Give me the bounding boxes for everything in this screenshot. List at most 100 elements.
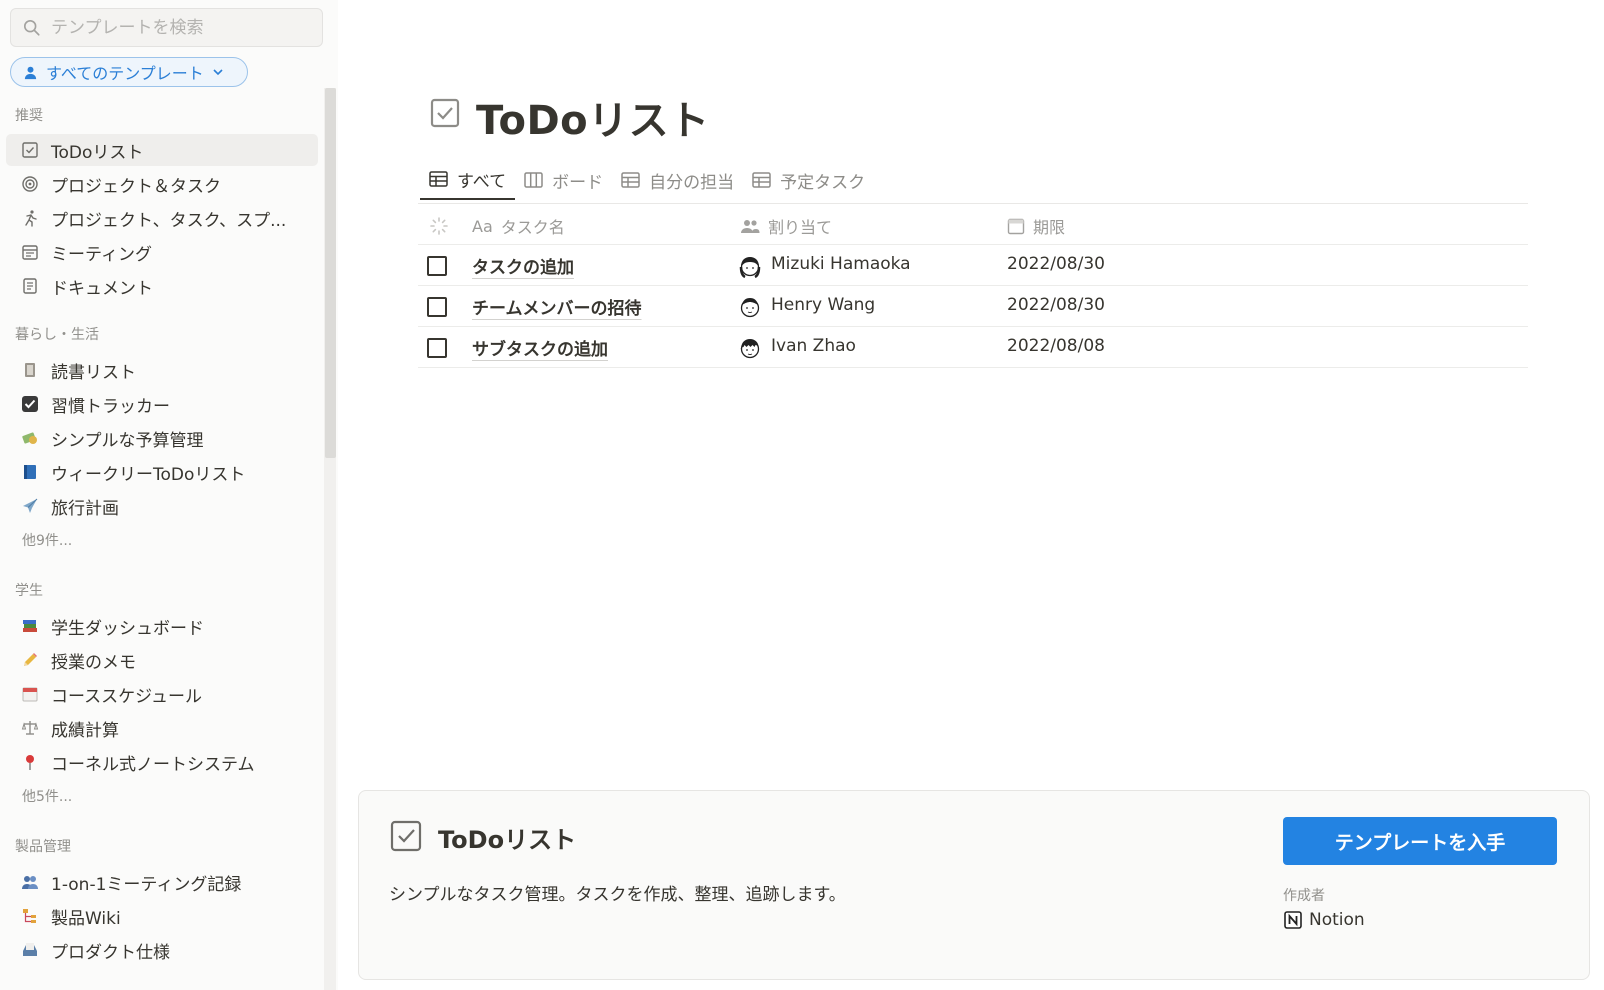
table-icon [429, 171, 448, 187]
page-title: ToDoリスト [476, 98, 710, 144]
get-template-button[interactable]: テンプレートを入手 [1283, 817, 1557, 865]
task-name[interactable]: チームメンバーの招待 [472, 294, 642, 319]
task-checkbox[interactable] [427, 297, 447, 317]
sidebar-item-product-spec[interactable]: プロダクト仕様 [6, 934, 318, 966]
assignee-name: Ivan Zhao [771, 336, 856, 356]
column-label: 割り当て [768, 218, 833, 237]
sidebar-item-label: ドキュメント [51, 278, 153, 299]
assignee-name: Mizuki Hamaoka [771, 254, 911, 274]
sidebar-item-student-dashboard[interactable]: 学生ダッシュボード [6, 610, 318, 642]
table-icon [621, 172, 640, 188]
column-header-assignee[interactable]: 割り当て [740, 211, 832, 241]
tab-label: 自分の担当 [649, 172, 735, 193]
avatar [739, 257, 761, 278]
tab-all[interactable]: すべて [420, 160, 516, 200]
template-description: シンプルなタスク管理。タスクを作成、整理、追跡します。 [389, 885, 846, 905]
row-divider [418, 244, 1528, 245]
author-name: Notion [1309, 910, 1365, 930]
sidebar-item-course-schedule[interactable]: コーススケジュール [6, 678, 318, 710]
sidebar-item-label: コーネル式ノートシステム [51, 754, 255, 775]
calendar-icon [20, 242, 40, 262]
sidebar-item-label: シンプルな予算管理 [51, 430, 204, 451]
column-label: タスク名 [500, 218, 565, 237]
task-checkbox[interactable] [427, 256, 447, 276]
sidebar-item-weekly-todo[interactable]: ウィークリーToDoリスト [6, 456, 318, 488]
task-name[interactable]: サブタスクの追加 [472, 335, 608, 360]
task-name[interactable]: タスクの追加 [472, 253, 574, 278]
sidebar-item-class-notes[interactable]: 授業のメモ [6, 644, 318, 676]
tray-icon [20, 940, 40, 960]
sidebar-item-label: 習慣トラッカー [51, 396, 170, 417]
tab-board[interactable]: ボード [515, 160, 612, 200]
task-checkbox[interactable] [427, 338, 447, 358]
books-icon [20, 616, 40, 636]
more-link-lifestyle[interactable]: 他9件... [22, 530, 72, 550]
search-input[interactable] [51, 17, 311, 38]
template-sidebar: すべてのテンプレート 推奨 ToDoリスト プロジェクト＆タスク プロジェクト、… [0, 0, 338, 990]
sidebar-item-grade-calculator[interactable]: 成績計算 [6, 712, 318, 744]
document-icon [20, 276, 40, 296]
tab-label: 予定タスク [780, 172, 866, 193]
sidebar-item-documents[interactable]: ドキュメント [6, 270, 318, 302]
sidebar-scrollbar-thumb[interactable] [325, 88, 336, 458]
column-header-task-name[interactable]: Aa タスク名 [472, 211, 565, 241]
due-date: 2022/08/08 [1007, 336, 1105, 356]
sidebar-item-product-wiki[interactable]: 製品Wiki [6, 900, 318, 932]
row-divider [418, 285, 1528, 286]
user-icon [24, 66, 37, 79]
people-icon [741, 220, 760, 233]
book-icon [20, 360, 40, 380]
status-column-header[interactable] [429, 211, 457, 241]
pencil-icon [20, 650, 40, 670]
tab-scheduled[interactable]: 予定タスク [743, 160, 874, 200]
sidebar-item-label: 学生ダッシュボード [51, 618, 204, 639]
sidebar-item-habit-tracker[interactable]: 習慣トラッカー [6, 388, 318, 420]
author-label: 作成者 [1283, 888, 1325, 904]
row-divider [418, 367, 1528, 368]
sidebar-item-travel-plan[interactable]: 旅行計画 [6, 490, 318, 522]
due-date: 2022/08/30 [1007, 254, 1105, 274]
sidebar-item-label: ミーティング [51, 244, 152, 265]
assignee-name: Henry Wang [771, 295, 876, 315]
column-header-due-date[interactable]: 期限 [1007, 211, 1065, 241]
checkbox-icon [430, 98, 460, 128]
loading-icon [430, 217, 448, 235]
sidebar-item-label: 旅行計画 [51, 498, 119, 519]
airplane-icon [20, 496, 40, 516]
tab-label: ボード [552, 172, 604, 193]
sidebar-item-simple-budget[interactable]: シンプルな予算管理 [6, 422, 318, 454]
author[interactable]: Notion [1283, 910, 1365, 930]
section-title-students: 学生 [15, 583, 43, 599]
template-filter-dropdown[interactable]: すべてのテンプレート [10, 57, 248, 87]
sidebar-item-todo-list[interactable]: ToDoリスト [6, 134, 318, 166]
target-icon [20, 174, 40, 194]
search-box[interactable] [10, 8, 323, 47]
template-title: ToDoリスト [438, 826, 577, 854]
column-label: 期限 [1033, 218, 1066, 237]
runner-icon [20, 208, 40, 228]
due-date: 2022/08/30 [1007, 295, 1105, 315]
search-icon [23, 19, 40, 36]
calendar-icon [1007, 218, 1025, 235]
sidebar-item-projects-tasks-sprints[interactable]: プロジェクト、タスク、スプ... [6, 202, 318, 234]
sidebar-item-label: プロジェクト＆タスク [51, 176, 221, 197]
sidebar-item-label: 製品Wiki [51, 908, 121, 929]
sidebar-item-label: コーススケジュール [51, 686, 202, 707]
avatar [740, 298, 760, 318]
sidebar-item-cornell-notes[interactable]: コーネル式ノートシステム [6, 746, 318, 778]
sidebar-item-label: ToDoリスト [51, 142, 144, 163]
blue-book-icon [20, 462, 40, 482]
sidebar-item-meetings[interactable]: ミーティング [6, 236, 318, 268]
tab-label: すべて [457, 171, 507, 192]
tab-my-tasks[interactable]: 自分の担当 [612, 160, 743, 200]
pin-icon [20, 752, 40, 772]
text-property-icon: Aa [472, 216, 493, 236]
sidebar-item-label: プロジェクト、タスク、スプ... [51, 210, 287, 231]
row-divider [418, 326, 1528, 327]
sidebar-item-label: プロダクト仕様 [51, 942, 170, 963]
sidebar-item-projects-tasks[interactable]: プロジェクト＆タスク [6, 168, 318, 200]
sidebar-item-reading-list[interactable]: 読書リスト [6, 354, 318, 386]
sidebar-item-one-on-one[interactable]: 1-on-1ミーティング記録 [6, 866, 318, 898]
more-link-students[interactable]: 他5件... [22, 786, 72, 806]
chevron-down-icon [213, 69, 223, 76]
